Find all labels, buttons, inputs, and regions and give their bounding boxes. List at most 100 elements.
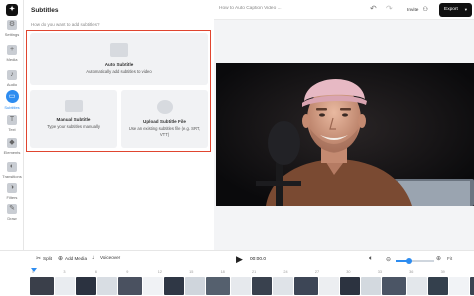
ruler-tick: 33 [377, 270, 382, 274]
sidebar-item-label: Draw [7, 216, 17, 221]
volume-icon[interactable]: 🔈︎ [369, 255, 373, 263]
ruler-tick: 18 [220, 270, 225, 274]
add-person-icon: ⚇ [422, 7, 428, 13]
microphone-icon: ♩ [92, 255, 98, 261]
manual-subtitle-icon [64, 100, 83, 112]
sidebar-item-draw[interactable]: ✎ Draw [0, 204, 24, 221]
clip-thumbnail[interactable] [231, 277, 251, 295]
manual-subtitle-title: Manual Subtitle [56, 117, 91, 122]
sidebar-item-audio[interactable]: ♪ Audio [0, 70, 24, 87]
split-button[interactable]: ✂ Split [36, 255, 52, 262]
sidebar-item-label: Subtitles [4, 105, 20, 110]
split-label: Split [43, 256, 52, 261]
gear-icon: ⚙ [7, 20, 17, 30]
voiceover-label: Voiceover [100, 255, 121, 260]
zoom-slider-handle[interactable] [406, 257, 413, 264]
panel-prompt: How do you want to add subtitles? [31, 22, 100, 27]
play-icon[interactable]: ▶ [236, 254, 243, 265]
scissors-icon: ✂ [36, 256, 42, 262]
clip-thumbnail[interactable] [361, 277, 381, 295]
sidebar-item-label: Transitions [2, 174, 22, 179]
sidebar-item-label: Audio [6, 82, 18, 87]
auto-subtitle-icon [110, 43, 128, 57]
sidebar-item-transitions[interactable]: ◐ Transitions [0, 162, 24, 179]
ruler-tick: 6 [94, 270, 97, 274]
clip-thumbnail[interactable] [407, 277, 427, 295]
voiceover-button[interactable]: ♩ Voiceover [92, 255, 120, 261]
clip-thumbnail[interactable] [185, 277, 205, 295]
clip-thumbnail[interactable] [76, 277, 96, 295]
sidebar-item-subtitles[interactable]: ▭ Subtitles [0, 90, 24, 110]
ruler-tick: 21 [252, 270, 257, 274]
clip-thumbnail[interactable] [118, 277, 142, 295]
video-frame [216, 63, 474, 206]
clip-thumbnail[interactable] [55, 277, 75, 295]
ruler-tick: 3 [63, 270, 66, 274]
project-title[interactable]: How to Auto Caption Video ... [219, 6, 294, 11]
sidebar-item-settings[interactable]: ⚙ Settings [0, 20, 24, 37]
ruler-tick: 36 [409, 270, 414, 274]
playhead[interactable] [31, 268, 37, 272]
upload-cloud-icon [156, 100, 173, 114]
plus-icon: + [7, 45, 17, 55]
video-editor: ✦ ⚙ Settings + Media ♪ Audio ▭ Subtitles T Text ◆ E… [0, 0, 474, 296]
sidebar-item-elements[interactable]: ◆ Elements [0, 138, 24, 155]
fit-button[interactable]: Fit [447, 256, 452, 261]
manual-subtitle-option[interactable]: Manual Subtitle Type your subtitles manu… [30, 90, 117, 148]
clip-thumbnail[interactable] [97, 277, 117, 295]
zoom-out-icon[interactable]: ⊖ [386, 256, 391, 263]
clip-thumbnail[interactable] [428, 277, 448, 295]
sidebar-item-label: Settings [4, 32, 20, 37]
sidebar-item-label: Media [6, 57, 18, 62]
clip-thumbnail[interactable] [449, 277, 469, 295]
sidebar-item-label: Filters [6, 195, 18, 200]
clip-thumbnail[interactable] [206, 277, 230, 295]
sidebar-item-label: Elements [3, 150, 21, 155]
tool-rail: ✦ ⚙ Settings + Media ♪ Audio ▭ Subtitles T Text ◆ E… [0, 0, 24, 250]
clip-thumbnail[interactable] [143, 277, 163, 295]
zoom-slider[interactable] [396, 257, 434, 264]
pencil-icon: ✎ [7, 204, 17, 214]
clip-thumbnail[interactable] [470, 277, 474, 295]
sidebar-item-filters[interactable]: ◑ Filters [0, 183, 24, 200]
clip-thumbnail[interactable] [294, 277, 318, 295]
transitions-icon: ◐ [7, 162, 17, 172]
text-icon: T [7, 115, 17, 125]
export-button[interactable]: Export ▾ [439, 3, 472, 17]
clip-thumbnail[interactable] [340, 277, 360, 295]
ruler-tick: 24 [283, 270, 288, 274]
clip-thumbnail[interactable] [252, 277, 272, 295]
video-track[interactable] [30, 277, 474, 295]
sidebar-item-media[interactable]: + Media [0, 45, 24, 62]
app-logo[interactable]: ✦ [6, 4, 18, 16]
video-preview[interactable] [216, 63, 474, 206]
export-label: Export [444, 7, 458, 12]
sidebar-item-label: Text [8, 127, 16, 132]
upload-subtitle-desc: Use an existing subtitles file (e.g. SRT… [128, 126, 201, 137]
manual-subtitle-desc: Type your subtitles manually [47, 124, 100, 129]
shapes-icon: ◆ [7, 138, 17, 148]
clip-thumbnail[interactable] [164, 277, 184, 295]
invite-label: Invite [407, 8, 419, 13]
clip-thumbnail[interactable] [273, 277, 293, 295]
redo-icon[interactable]: ↷ [386, 4, 393, 13]
upload-subtitle-title: Upload Subtitle File [143, 119, 186, 124]
clip-thumbnail[interactable] [382, 277, 406, 295]
undo-icon[interactable]: ↶ [370, 4, 377, 13]
timeline-ruler[interactable]: 0 3 6 9 12 15 18 21 24 27 30 33 36 39 [30, 269, 474, 277]
add-media-button[interactable]: ⊕ Add Media [58, 255, 87, 262]
upload-subtitle-option[interactable]: Upload Subtitle File Use an existing sub… [121, 90, 208, 148]
auto-subtitle-option[interactable]: Auto Subtitle Automatically add subtitle… [30, 33, 208, 85]
sidebar-item-text[interactable]: T Text [0, 115, 24, 132]
canvas-area [214, 20, 474, 250]
invite-button[interactable]: Invite ⚇ [404, 4, 431, 16]
add-media-label: Add Media [65, 256, 87, 261]
panel-title: Subtitles [31, 7, 59, 14]
ruler-tick: 15 [189, 270, 194, 274]
chevron-down-icon: ▾ [464, 7, 467, 12]
add-circle-icon: ⊕ [58, 256, 64, 262]
clip-thumbnail[interactable] [319, 277, 339, 295]
clip-thumbnail[interactable] [30, 277, 54, 295]
zoom-in-icon[interactable]: ⊕ [436, 255, 441, 262]
auto-subtitle-desc: Automatically add subtitles to video [86, 69, 152, 74]
